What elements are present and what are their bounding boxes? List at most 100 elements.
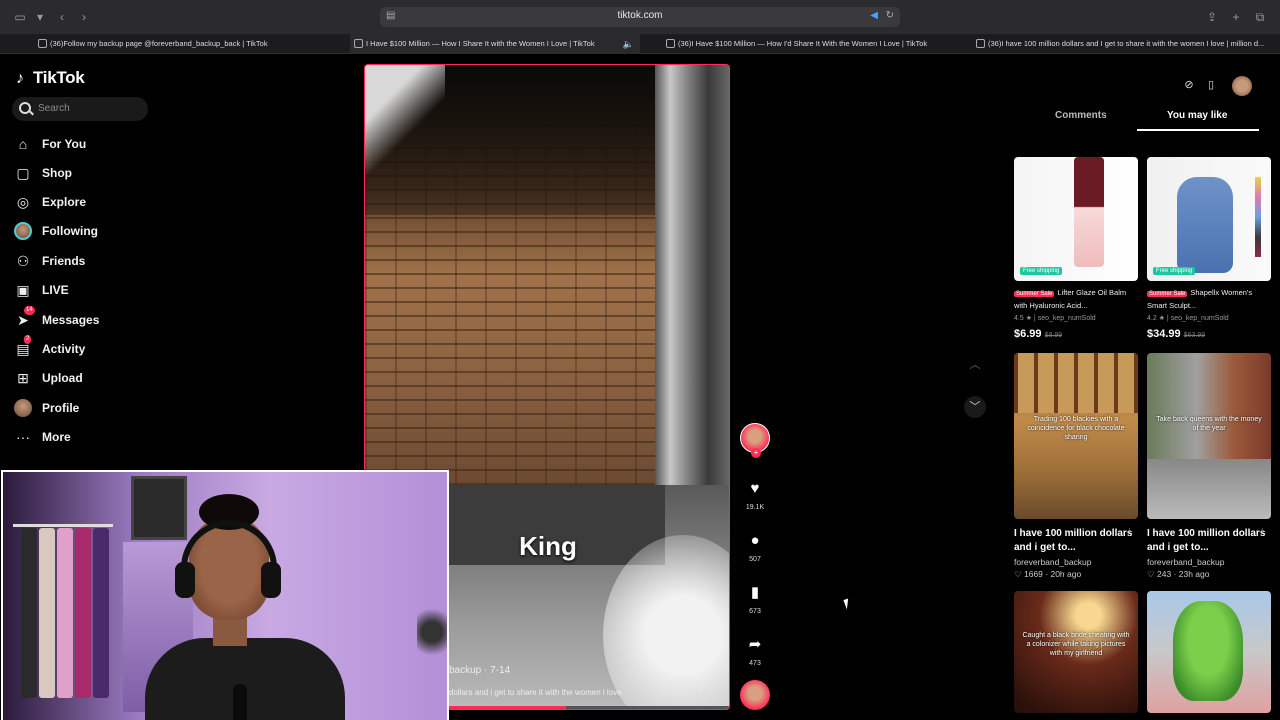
suggested-video-card[interactable] — [1147, 591, 1271, 713]
sidebar-item-friends[interactable]: ⚇ Friends — [14, 250, 174, 272]
product-title: Summer Sale Lifter Glaze Oil Balm with Hy… — [1014, 287, 1138, 311]
video-more-link[interactable]: more — [695, 689, 715, 698]
like-count: 19.1K — [745, 504, 765, 511]
sidebar-item-explore[interactable]: ◎ Explore — [14, 191, 174, 213]
device-icon[interactable]: ▯ — [1202, 76, 1220, 94]
follow-plus-icon[interactable]: + — [751, 448, 761, 458]
wall-picture-frame — [131, 476, 187, 540]
home-icon: ⌂ — [18, 136, 28, 152]
sidebar-toggle-icon[interactable]: ▭ — [12, 9, 28, 25]
video-overlay-text: Take back queens with the money of the y… — [1156, 416, 1262, 432]
back-arrow-icon[interactable]: ‹ — [54, 9, 70, 25]
user-avatar[interactable] — [1232, 76, 1252, 96]
sidebar-item-more[interactable]: ··· More — [14, 426, 174, 448]
audio-icon[interactable]: ◀ — [870, 10, 878, 21]
reload-icon[interactable]: ↻ — [886, 10, 894, 21]
tab-title: (36)I have 100 million dollars and I get… — [988, 39, 1265, 48]
tab-title: I Have $100 Million — How I Share It wit… — [366, 39, 595, 48]
headphone-ear-right — [261, 562, 281, 598]
share-count: 473 — [749, 660, 761, 667]
price-value: $6.99 — [1014, 328, 1042, 340]
profile-avatar-icon — [14, 399, 32, 417]
sold-text: seo_kep_numSold — [1037, 315, 1096, 322]
chevron-down-icon[interactable]: ▾ — [32, 9, 48, 25]
music-disc-avatar[interactable] — [740, 680, 770, 710]
share-button[interactable]: ➦ 473 — [738, 636, 772, 667]
save-count: 673 — [749, 608, 761, 615]
bookmark-icon: ▮ — [750, 584, 760, 601]
free-shipping-badge: Free shipping — [1153, 267, 1196, 275]
sidebar-item-profile[interactable]: Profile — [14, 397, 174, 419]
browser-tab[interactable]: (36)I Have $100 Million — How I'd Share … — [662, 34, 952, 54]
tab-overview-icon[interactable]: ⧉ — [1252, 9, 1268, 25]
tiktok-logo[interactable]: ♪ TikTok — [16, 68, 85, 88]
product-card[interactable]: Free shipping Summer Sale Shapellx Women'… — [1147, 157, 1271, 340]
sidebar-item-messages[interactable]: ➤ 14 Messages — [14, 306, 174, 331]
share-icon[interactable]: ⇪ — [1204, 9, 1220, 25]
compass-icon[interactable]: ⊘ — [1180, 76, 1198, 94]
sidebar-item-label: Activity — [42, 342, 86, 356]
webcam-overlay — [1, 470, 449, 720]
forward-arrow-icon[interactable]: › — [76, 9, 92, 25]
video-overlay-text: Trading 100 blackies with a coincidence … — [1027, 416, 1125, 441]
sidebar-item-for-you[interactable]: ⌂ For You — [14, 133, 174, 155]
tab-comments[interactable]: Comments — [1055, 110, 1107, 121]
tiktok-note-icon: ♪ — [16, 70, 24, 87]
address-bar[interactable]: ▤ tiktok.com ◀ ↻ — [380, 7, 900, 27]
color-swatches — [1255, 177, 1261, 257]
browser-tab-active[interactable]: I Have $100 Million — How I Share It wit… — [350, 34, 640, 54]
next-video-button[interactable]: ﹀ — [964, 396, 986, 418]
heart-icon: ♥ — [750, 480, 760, 497]
sidebar-item-activity[interactable]: ▤ 2 Activity — [14, 335, 174, 360]
bookshelf-image — [1014, 353, 1138, 413]
url-text: tiktok.com — [617, 10, 663, 21]
save-button[interactable]: ▮ 673 — [738, 584, 772, 615]
product-rating: 4.2 ★ | seo_kep_numSold — [1147, 315, 1229, 322]
active-tab-indicator — [1137, 129, 1259, 131]
more-options-icon[interactable]: ⋮ — [1258, 527, 1267, 538]
video-username[interactable]: foreverband_backup — [1147, 557, 1271, 567]
rating-value: 4.5 — [1014, 315, 1024, 322]
mute-icon[interactable]: 🔈 — [623, 34, 634, 54]
sidebar-item-shop[interactable]: ▢ Shop — [14, 162, 174, 184]
activity-badge: 2 — [24, 335, 32, 344]
sidebar-item-label: LIVE — [42, 283, 69, 297]
following-avatar-icon — [14, 222, 32, 240]
sidebar-item-live[interactable]: ▣ LIVE — [14, 279, 174, 301]
product-rating: 4.5 ★ | seo_kep_numSold — [1014, 315, 1096, 322]
sidebar-item-label: Upload — [42, 371, 83, 385]
sidebar-item-label: Profile — [42, 401, 80, 415]
sidebar-item-label: Friends — [42, 254, 86, 268]
search-input[interactable]: Search — [12, 97, 148, 121]
messages-badge: 14 — [24, 306, 35, 315]
friends-icon: ⚇ — [16, 253, 30, 269]
product-card[interactable]: Free shipping Summer Sale Lifter Glaze Oi… — [1014, 157, 1138, 340]
crocodile-mascot-image — [1173, 601, 1243, 701]
sold-text: seo_kep_numSold — [1170, 315, 1229, 322]
video-username[interactable]: foreverband_backup — [1014, 557, 1138, 567]
suggested-video-card[interactable]: Caught a black bride cheating with a col… — [1014, 591, 1138, 713]
comment-button[interactable]: ● 507 — [738, 532, 772, 563]
more-options-icon[interactable]: ⋮ — [1125, 527, 1134, 538]
tab-strip: (36)Follow my backup page @foreverband_b… — [0, 34, 1280, 54]
tab-you-may-like[interactable]: You may like — [1167, 110, 1227, 121]
like-button[interactable]: ♥ 19.1K — [738, 480, 772, 511]
sidebar-item-label: Following — [42, 224, 98, 238]
sidebar-item-following[interactable]: Following — [14, 220, 174, 242]
video-stats: ♡ 1669 · 20h ago — [1014, 569, 1138, 580]
browser-tab[interactable]: (36)Follow my backup page @foreverband_b… — [34, 34, 320, 54]
tiktok-favicon-icon — [354, 39, 363, 48]
video-stats: ♡ 243 · 23h ago — [1147, 569, 1271, 580]
product-image: Free shipping — [1147, 157, 1271, 281]
creator-avatar[interactable]: + — [740, 423, 770, 458]
browser-toolbar: ▭ ▾ ‹ › ▤ tiktok.com ◀ ↻ ⇪ + ⧉ — [0, 0, 1280, 34]
suggested-video-card[interactable]: Trading 100 blackies with a coincidence … — [1014, 353, 1138, 580]
sidebar-item-upload[interactable]: ⊞ Upload — [14, 367, 174, 389]
video-author-date[interactable]: backup · 7-14 — [449, 665, 510, 676]
comment-icon: ● — [750, 532, 760, 549]
browser-tab[interactable]: (36)I have 100 million dollars and I get… — [972, 34, 1278, 54]
price-value: $34.99 — [1147, 328, 1181, 340]
suggested-video-card[interactable]: Take back queens with the money of the y… — [1147, 353, 1271, 580]
new-tab-icon[interactable]: + — [1228, 9, 1244, 25]
previous-video-button[interactable]: ︿ — [964, 354, 986, 376]
